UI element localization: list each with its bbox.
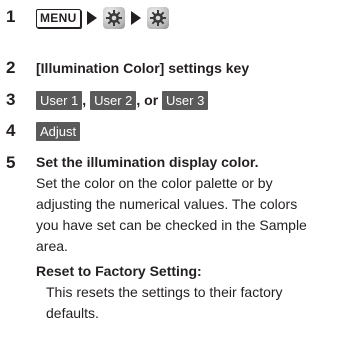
separator: ,: [82, 92, 91, 108]
user-1-button[interactable]: User 1: [36, 90, 83, 110]
settings-icon: [146, 7, 169, 29]
step-number: 4: [6, 121, 16, 140]
reset-heading: Reset to Factory Setting:: [36, 263, 202, 279]
settings-key-label: [Illumination Color] settings key: [36, 60, 250, 76]
step-number: 2: [6, 58, 16, 77]
step-heading: Set the illumination display color.: [36, 154, 259, 170]
arrow-right-icon: [130, 11, 141, 25]
step-number: 3: [6, 90, 16, 109]
step-number: 5: [6, 153, 16, 172]
settings-icon: [102, 7, 125, 29]
step-number: 1: [6, 7, 16, 26]
user-2-button[interactable]: User 2: [90, 90, 137, 110]
adjust-button[interactable]: Adjust: [36, 121, 81, 141]
step-body: Set the color on the color palette or by…: [36, 175, 307, 254]
menu-key: MENU: [36, 8, 81, 28]
arrow-right-icon: [86, 11, 97, 25]
separator: , or: [136, 92, 163, 108]
user-3-button[interactable]: User 3: [162, 90, 209, 110]
reset-description: This resets the settings to their factor…: [46, 284, 283, 321]
